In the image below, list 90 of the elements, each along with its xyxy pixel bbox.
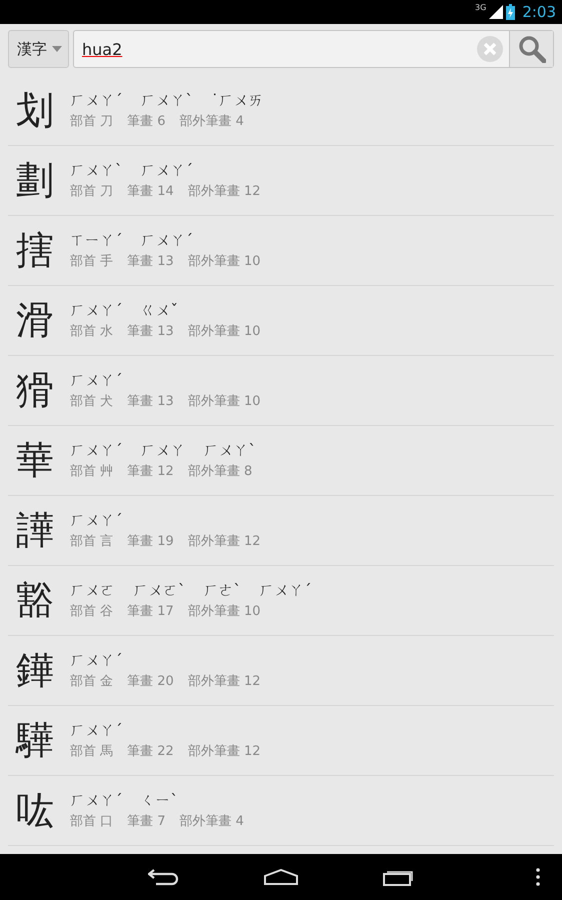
stroke-count: 筆畫 12 xyxy=(127,463,174,480)
character: 猾 xyxy=(16,367,55,414)
result-item[interactable]: 豁 ㄏㄨㄛ ㄏㄨㄛˋ ㄏㄜˋ ㄏㄨㄚˊ 部首 谷 筆畫 17 部外筆畫 10 xyxy=(8,566,554,636)
result-item[interactable]: 劃 ㄏㄨㄚˋ ㄏㄨㄚˊ 部首 刀 筆畫 14 部外筆畫 12 xyxy=(8,146,554,216)
bopomofo-reading: ㄏㄨㄚ xyxy=(140,441,186,460)
radical-label: 部首 金 xyxy=(70,673,114,690)
result-item[interactable]: 滑 ㄏㄨㄚˊ ㄍㄨˇ 部首 水 筆畫 13 部外筆畫 10 xyxy=(8,286,554,356)
stroke-count: 筆畫 22 xyxy=(127,743,174,760)
character: 驊 xyxy=(16,717,55,764)
bopomofo-reading: ㄏㄨㄚˊ xyxy=(140,161,193,180)
radical-label: 部首 口 xyxy=(70,813,114,830)
battery-icon xyxy=(506,4,516,20)
result-item[interactable]: 划 ㄏㄨㄚˊ ㄏㄨㄚˋ ˙ㄏㄨㄞ 部首 刀 筆畫 6 部外筆畫 4 xyxy=(8,76,554,146)
bopomofo-reading: ㄒㄧㄚˊ xyxy=(70,231,122,250)
extra-stroke-count: 部外筆畫 12 xyxy=(188,183,261,200)
character: 華 xyxy=(16,437,55,484)
radical-label: 部首 刀 xyxy=(70,183,114,200)
extra-stroke-count: 部外筆畫 10 xyxy=(188,393,261,410)
character: 划 xyxy=(16,87,55,134)
mode-dropdown[interactable]: 漢字 xyxy=(8,30,69,68)
radical-label: 部首 水 xyxy=(70,323,114,340)
result-item[interactable]: 搳 ㄒㄧㄚˊ ㄏㄨㄚˊ 部首 手 筆畫 13 部外筆畫 10 xyxy=(8,216,554,286)
radical-label: 部首 谷 xyxy=(70,603,114,620)
search-input[interactable]: hua2 xyxy=(80,38,477,60)
back-icon[interactable] xyxy=(148,868,180,886)
overflow-menu-icon[interactable] xyxy=(536,868,540,886)
search-icon xyxy=(518,35,546,63)
home-icon[interactable] xyxy=(264,869,298,885)
extra-stroke-count: 部外筆畫 10 xyxy=(188,323,261,340)
character: 吰 xyxy=(16,787,55,834)
result-item[interactable]: 譁 ㄏㄨㄚˊ 部首 言 筆畫 19 部外筆畫 12 xyxy=(8,496,554,566)
bopomofo-reading: ㄏㄨㄚˋ xyxy=(70,161,122,180)
bopomofo-reading: ㄏㄨㄚˊ xyxy=(70,371,122,390)
bopomofo-reading: ㄏㄨㄚˋ xyxy=(204,441,256,460)
caret-icon xyxy=(52,46,62,52)
stroke-count: 筆畫 19 xyxy=(127,533,174,550)
character: 豁 xyxy=(16,577,55,624)
radical-label: 部首 犬 xyxy=(70,393,114,410)
stroke-count: 筆畫 17 xyxy=(127,603,174,620)
bopomofo-reading: ㄍㄨˇ xyxy=(140,301,178,320)
bopomofo-reading: ㄏㄨㄚˊ xyxy=(70,91,122,110)
radical-label: 部首 手 xyxy=(70,253,114,270)
character: 搳 xyxy=(16,227,55,274)
stroke-count: 筆畫 7 xyxy=(127,813,166,830)
bopomofo-reading: ㄏㄨㄚˊ xyxy=(70,441,122,460)
stroke-count: 筆畫 13 xyxy=(127,323,174,340)
result-item[interactable]: 華 ㄏㄨㄚˊ ㄏㄨㄚ ㄏㄨㄚˋ 部首 艸 筆畫 12 部外筆畫 8 xyxy=(8,426,554,496)
extra-stroke-count: 部外筆畫 12 xyxy=(188,743,261,760)
stroke-count: 筆畫 14 xyxy=(127,183,174,200)
bopomofo-reading: ㄏㄨㄚˊ xyxy=(140,231,193,250)
bopomofo-reading: ㄏㄨㄚˋ xyxy=(140,91,193,110)
result-item[interactable]: 猾 ㄏㄨㄚˊ 部首 犬 筆畫 13 部外筆畫 10 xyxy=(8,356,554,426)
extra-stroke-count: 部外筆畫 12 xyxy=(188,673,261,690)
result-item[interactable]: 驊 ㄏㄨㄚˊ 部首 馬 筆畫 22 部外筆畫 12 xyxy=(8,706,554,776)
bopomofo-reading: ㄏㄨㄚˊ xyxy=(70,511,122,530)
bopomofo-reading: ㄏㄨㄚˊ xyxy=(70,651,122,670)
clock: 2:03 xyxy=(522,3,556,21)
network-type: 3G xyxy=(475,3,486,12)
character: 譁 xyxy=(16,507,55,554)
radical-label: 部首 艸 xyxy=(70,463,114,480)
stroke-count: 筆畫 13 xyxy=(127,393,174,410)
radical-label: 部首 刀 xyxy=(70,113,114,130)
stroke-count: 筆畫 20 xyxy=(127,673,174,690)
extra-stroke-count: 部外筆畫 12 xyxy=(188,533,261,550)
character: 劃 xyxy=(16,157,55,204)
search-field[interactable]: hua2 xyxy=(73,30,554,68)
stroke-count: 筆畫 13 xyxy=(127,253,174,270)
character: 滑 xyxy=(16,297,55,344)
extra-stroke-count: 部外筆畫 8 xyxy=(188,463,252,480)
bopomofo-reading: ㄏㄨㄚˊ xyxy=(259,581,312,600)
bopomofo-reading: ㄏㄨㄛˋ xyxy=(133,581,186,600)
bopomofo-reading: ㄏㄨㄚˊ xyxy=(70,301,122,320)
stroke-count: 筆畫 6 xyxy=(127,113,166,130)
bopomofo-reading: ㄑㄧˋ xyxy=(140,791,178,810)
search-button[interactable] xyxy=(509,31,553,67)
extra-stroke-count: 部外筆畫 10 xyxy=(188,253,261,270)
bopomofo-reading: ㄏㄨㄚˊ xyxy=(70,791,122,810)
signal-icon xyxy=(489,5,504,19)
radical-label: 部首 馬 xyxy=(70,743,114,760)
bopomofo-reading: ˙ㄏㄨㄞ xyxy=(211,91,264,110)
result-item[interactable]: 鏵 ㄏㄨㄚˊ 部首 金 筆畫 20 部外筆畫 12 xyxy=(8,636,554,706)
extra-stroke-count: 部外筆畫 4 xyxy=(180,113,244,130)
bopomofo-reading: ㄏㄜˋ xyxy=(204,581,241,600)
character: 鏵 xyxy=(16,647,55,694)
extra-stroke-count: 部外筆畫 10 xyxy=(188,603,261,620)
bopomofo-reading: ㄏㄨㄚˊ xyxy=(70,721,122,740)
bopomofo-reading: ㄏㄨㄛ xyxy=(70,581,115,600)
result-item[interactable]: 吰 ㄏㄨㄚˊ ㄑㄧˋ 部首 口 筆畫 7 部外筆畫 4 xyxy=(8,776,554,846)
radical-label: 部首 言 xyxy=(70,533,114,550)
extra-stroke-count: 部外筆畫 4 xyxy=(180,813,244,830)
